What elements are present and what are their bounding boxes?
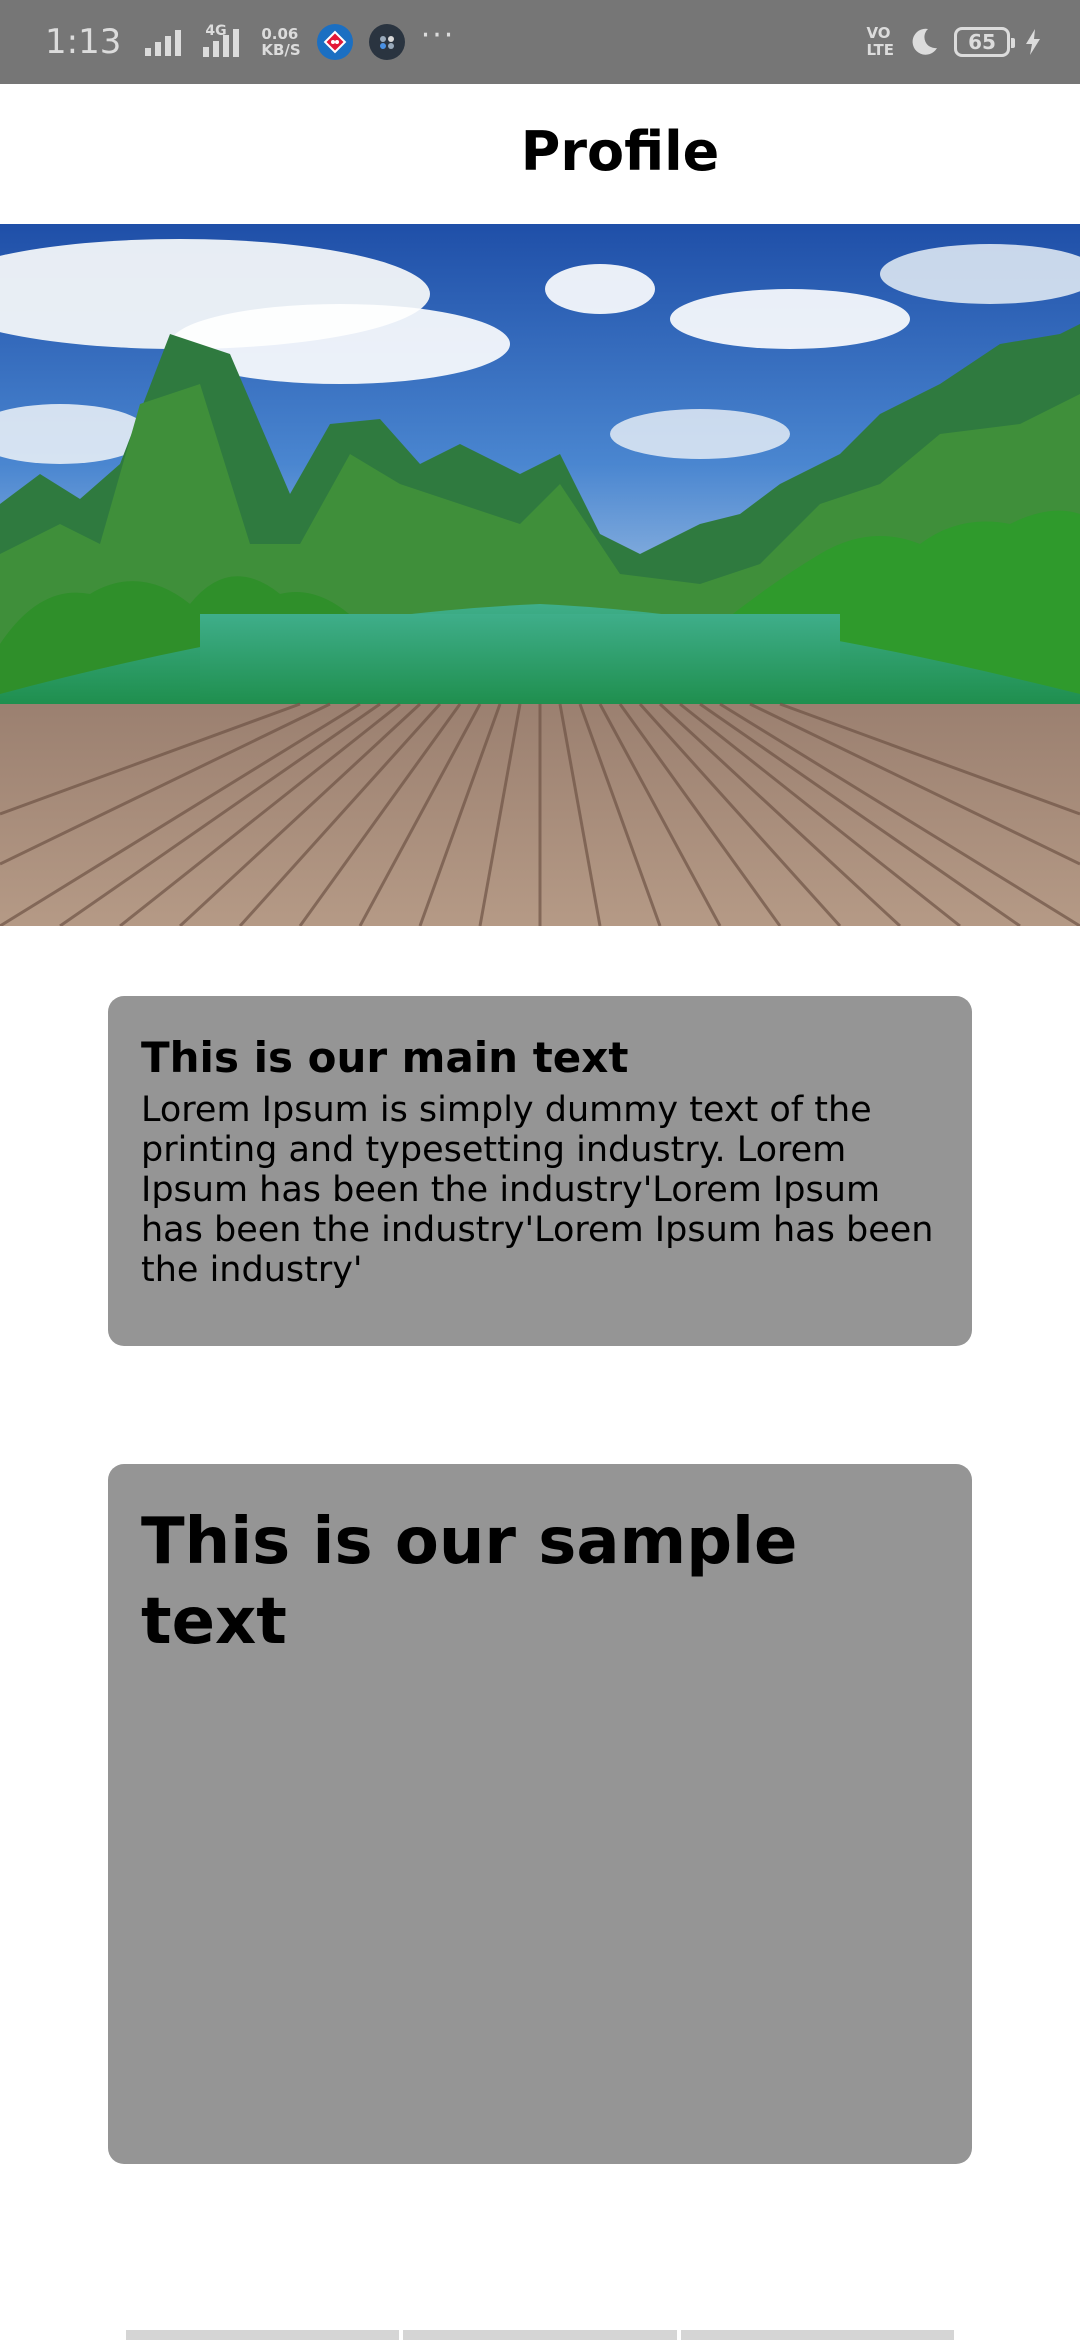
- volte-line-1: VO: [866, 24, 891, 42]
- volte-line-2: LTE: [866, 41, 894, 59]
- battery-level: 65: [968, 30, 996, 54]
- main-text-card: This is our main text Lorem Ipsum is sim…: [108, 996, 972, 1346]
- status-bar-right: VO LTE 65: [866, 0, 1042, 84]
- status-bar: 1:13 4G 0.06 KB/S ··· VO LTE 65: [0, 0, 1080, 84]
- page-title: Profile: [520, 120, 720, 183]
- main-text-title: This is our main text: [141, 1033, 629, 1082]
- dominos-app-icon: [316, 24, 353, 60]
- signal-icon: [145, 30, 182, 56]
- sample-text-card: This is our sample text: [108, 1464, 972, 2164]
- signal-4g-icon: 4G: [199, 23, 245, 57]
- bottom-nav-tab-1[interactable]: [126, 2330, 400, 2340]
- battery-indicator: 65: [954, 27, 1015, 57]
- status-time: 1:13: [45, 22, 122, 62]
- bottom-nav-tab-3[interactable]: [680, 2330, 954, 2340]
- charging-icon: [1026, 29, 1040, 55]
- network-type-label: 4G: [205, 23, 227, 39]
- network-speed-unit: KB/S: [261, 41, 301, 59]
- network-speed-value: 0.06: [261, 25, 299, 43]
- bottom-nav-tab-2[interactable]: [403, 2330, 677, 2340]
- app-notification-icon: [368, 24, 405, 60]
- more-notifications-indicator: ···: [420, 17, 456, 53]
- bottom-navigation: [126, 2330, 954, 2340]
- status-bar-left: 1:13 4G 0.06 KB/S ···: [45, 0, 455, 84]
- main-text-body: Lorem Ipsum is simply dummy text of the …: [141, 1090, 934, 1290]
- hero-image: [0, 224, 1080, 926]
- sample-text-title: This is our sample text: [141, 1505, 798, 1659]
- app-header: Profile: [0, 84, 1080, 224]
- volte-indicator: VO LTE: [866, 25, 894, 59]
- network-speed: 0.06 KB/S: [261, 26, 300, 58]
- moon-icon: [912, 28, 937, 55]
